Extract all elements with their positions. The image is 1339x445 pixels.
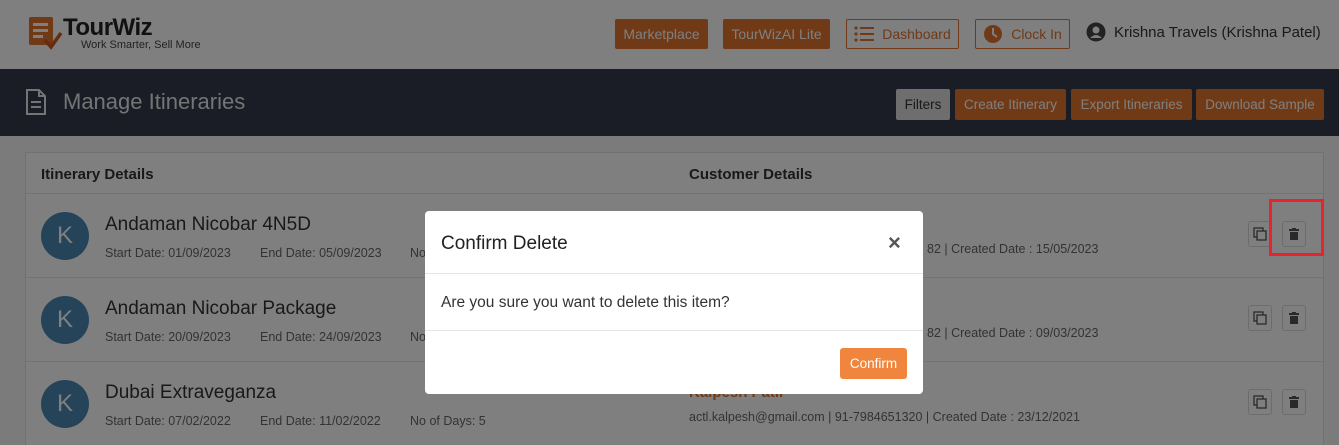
confirm-button[interactable]: Confirm <box>840 348 907 379</box>
dialog-message: Are you sure you want to delete this ite… <box>441 294 730 311</box>
confirm-delete-dialog: Confirm Delete × Are you sure you want t… <box>425 211 923 394</box>
close-icon[interactable]: × <box>888 230 901 256</box>
dialog-header: Confirm Delete × <box>425 211 923 274</box>
dialog-title: Confirm Delete <box>441 233 568 254</box>
dialog-footer: Confirm <box>425 330 923 394</box>
delete-button-highlight <box>1269 199 1324 256</box>
